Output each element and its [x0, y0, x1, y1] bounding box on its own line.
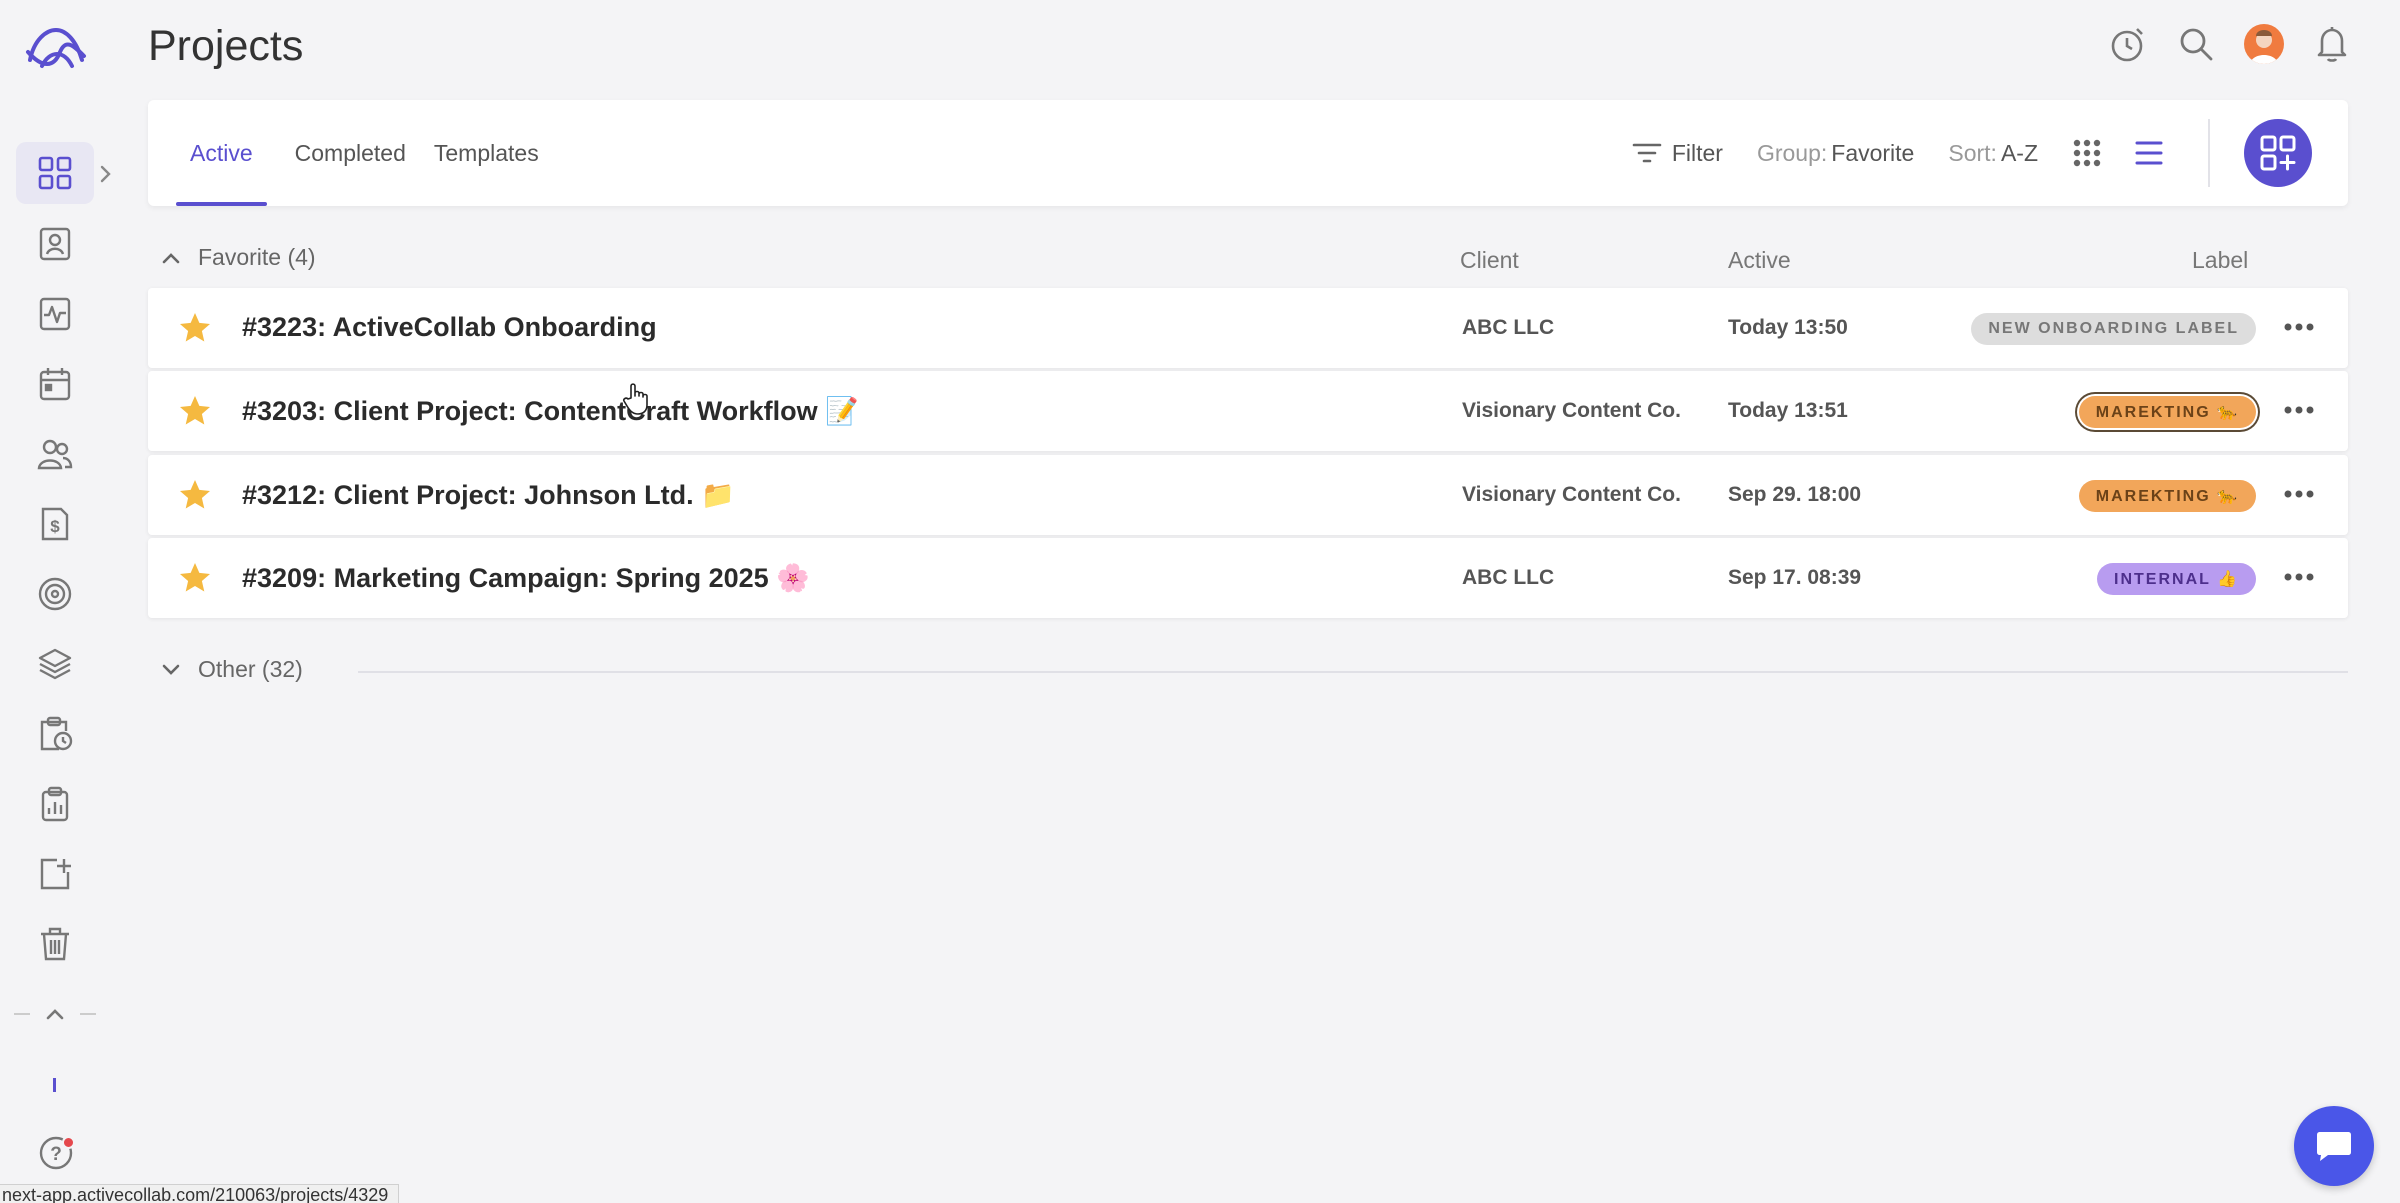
chevron-up-icon	[162, 252, 180, 263]
more-options-icon[interactable]	[2284, 322, 2314, 332]
group-toggle-other[interactable]: Other (32)	[160, 656, 303, 683]
filter-button[interactable]: Filter	[1632, 140, 1723, 167]
table-row[interactable]: #3203: Client Project: ContentCraft Work…	[148, 371, 2348, 451]
projects-toolbar: Active Completed Templates Filter Group:…	[148, 100, 2348, 206]
bell-icon[interactable]	[2312, 24, 2352, 64]
chevron-right-icon[interactable]	[96, 160, 116, 188]
project-label[interactable]: NEW ONBOARDING LABEL	[1971, 313, 2256, 345]
tab-active[interactable]: Active	[176, 100, 267, 206]
add-grid-icon	[2260, 135, 2296, 171]
project-active-time: Today 13:51	[1728, 399, 1848, 422]
project-label[interactable]: INTERNAL 👍	[2097, 563, 2256, 595]
layers-icon[interactable]	[16, 633, 94, 695]
target-icon[interactable]	[16, 563, 94, 625]
page-title: Projects	[148, 22, 304, 70]
star-icon[interactable]	[176, 477, 214, 513]
star-icon[interactable]	[176, 310, 214, 346]
invoice-icon[interactable]: $	[16, 493, 94, 555]
toolbar-tools: Filter Group: Favorite Sort: A-Z	[1598, 100, 2312, 206]
more-options-icon[interactable]	[2284, 405, 2314, 415]
group-title: Other (32)	[198, 656, 303, 682]
notification-dot	[62, 1136, 75, 1149]
project-label[interactable]: MAREKTING 🐆	[2078, 396, 2256, 428]
sidebar: $ ?	[0, 0, 111, 1203]
timesheet-icon[interactable]	[16, 703, 94, 765]
more-options-icon[interactable]	[2284, 572, 2314, 582]
column-header-label[interactable]: Label	[2192, 247, 2248, 274]
sort-prefix: Sort:	[1948, 139, 1997, 166]
collapse-sidebar-icon[interactable]	[14, 1000, 96, 1028]
table-row[interactable]: #3212: Client Project: Johnson Ltd. 📁 Vi…	[148, 455, 2348, 535]
group-value: Favorite	[1831, 139, 1915, 166]
group-title: Favorite (4)	[198, 244, 316, 270]
project-name[interactable]: #3203: Client Project: ContentCraft Work…	[242, 395, 859, 427]
project-name[interactable]: #3223: ActiveCollab Onboarding	[242, 312, 657, 343]
sort-selector[interactable]: Sort: A-Z	[1948, 140, 2038, 167]
project-active-time: Today 13:50	[1728, 316, 1848, 339]
chat-button[interactable]	[2294, 1106, 2374, 1186]
calendar-icon[interactable]	[16, 353, 94, 415]
table-row[interactable]: #3209: Marketing Campaign: Spring 2025 🌸…	[148, 538, 2348, 618]
svg-text:$: $	[50, 517, 60, 536]
status-indicator	[53, 1078, 56, 1092]
chat-bubble-icon	[2317, 1132, 2351, 1161]
project-client: Visionary Content Co.	[1462, 399, 1681, 422]
chevron-down-icon	[162, 664, 180, 675]
grid-view-icon[interactable]	[2072, 138, 2112, 168]
stopwatch-icon[interactable]	[2108, 24, 2148, 64]
sort-value: A-Z	[2000, 139, 2038, 166]
more-options-icon[interactable]	[2284, 489, 2314, 499]
star-icon[interactable]	[176, 393, 214, 429]
group-prefix: Group:	[1756, 139, 1828, 166]
tab-templates[interactable]: Templates	[434, 100, 539, 206]
project-active-time: Sep 17. 08:39	[1728, 566, 1862, 589]
project-client: ABC LLC	[1462, 566, 1555, 589]
column-header-client[interactable]: Client	[1460, 247, 1519, 274]
column-header-active[interactable]: Active	[1728, 247, 1791, 274]
table-row[interactable]: #3223: ActiveCollab Onboarding ABC LLC T…	[148, 288, 2348, 368]
activecollab-logo[interactable]	[24, 22, 88, 74]
project-name[interactable]: #3209: Marketing Campaign: Spring 2025 🌸	[242, 562, 810, 594]
status-bar-url: next-app.activecollab.com/210063/project…	[0, 1184, 400, 1203]
tabs: Active Completed Templates	[176, 100, 539, 206]
hand-cursor-icon	[623, 383, 648, 415]
list-view-icon[interactable]	[2134, 140, 2174, 166]
project-label[interactable]: MAREKTING 🐆	[2078, 480, 2256, 512]
star-icon[interactable]	[176, 560, 214, 596]
svg-text:?: ?	[50, 1144, 62, 1165]
project-client: ABC LLC	[1462, 316, 1555, 339]
header-actions	[2108, 24, 2352, 64]
clipboard-icon[interactable]	[16, 773, 94, 835]
project-name[interactable]: #3212: Client Project: Johnson Ltd. 📁	[242, 479, 735, 511]
people-icon[interactable]	[16, 423, 94, 485]
activity-icon[interactable]	[16, 283, 94, 345]
avatar[interactable]	[2244, 24, 2284, 64]
group-selector[interactable]: Group: Favorite	[1757, 140, 1914, 167]
divider	[2208, 119, 2210, 187]
tab-completed[interactable]: Completed	[295, 100, 406, 206]
add-project-button[interactable]	[2244, 119, 2312, 187]
search-icon[interactable]	[2176, 24, 2216, 64]
dashboard-icon[interactable]	[16, 142, 94, 204]
group-divider	[358, 671, 2348, 673]
project-client: Visionary Content Co.	[1462, 483, 1681, 506]
contact-card-icon[interactable]	[16, 213, 94, 275]
group-toggle-favorite[interactable]: Favorite (4)	[160, 244, 316, 271]
project-active-time: Sep 29. 18:00	[1728, 483, 1862, 506]
add-document-icon[interactable]	[16, 843, 94, 905]
filter-label: Filter	[1671, 139, 1723, 166]
filter-icon	[1632, 143, 1662, 163]
trash-icon[interactable]	[16, 913, 94, 975]
